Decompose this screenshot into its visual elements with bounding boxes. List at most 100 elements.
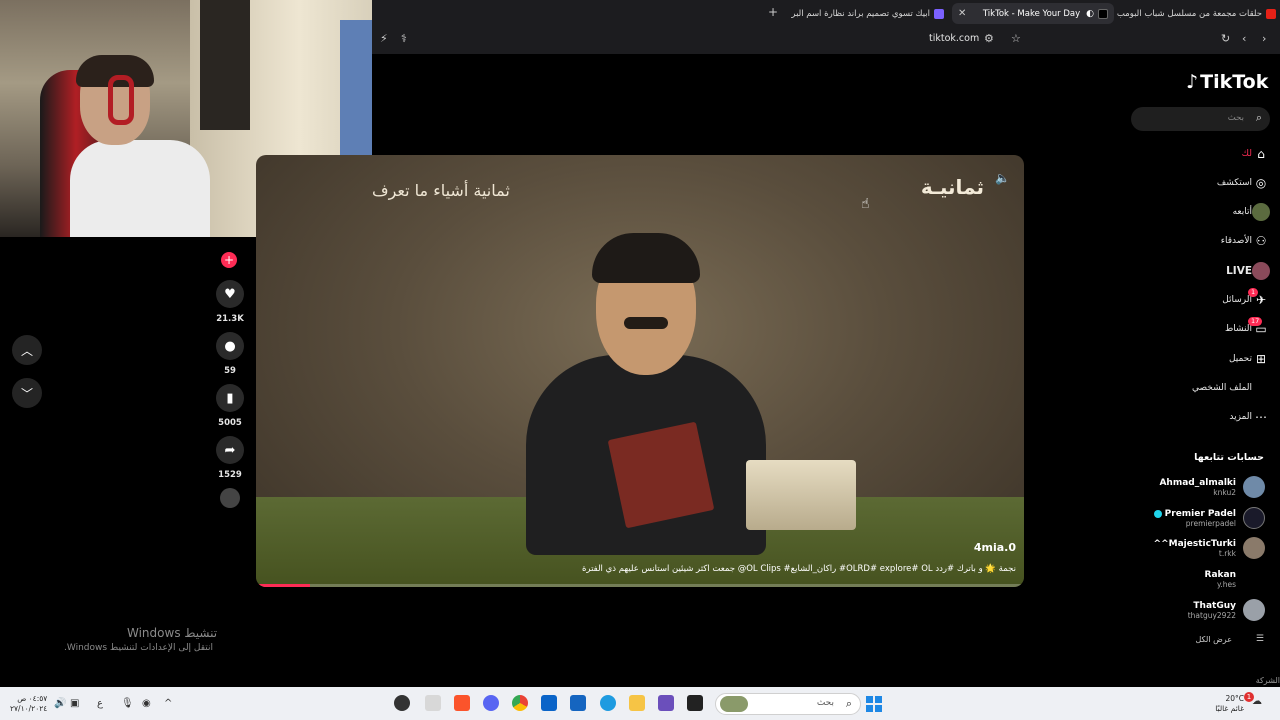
following-account[interactable]: Ahmad_almalki knku2 — [1159, 474, 1265, 500]
tiktok-logo[interactable]: ♪ TikTok — [1186, 71, 1268, 93]
tab-label: ابيك تسوي تصميم براند نظارة اسم البر — [791, 8, 930, 19]
follow-button[interactable]: + — [221, 252, 237, 268]
following-account[interactable]: ThatGuy thatguy2922 — [1188, 597, 1265, 623]
home-icon: ⌂ — [1257, 147, 1265, 161]
video-open-book — [607, 421, 715, 529]
sidebar-item-live[interactable]: LIVE — [1220, 261, 1270, 281]
show-all-link[interactable]: عرض الكل — [1195, 635, 1232, 644]
weather-widget[interactable]: 20°C غائم غالبًا — [1215, 694, 1244, 714]
bookmark-icon[interactable]: ☆ — [1011, 32, 1021, 45]
avatar — [1243, 599, 1265, 621]
search-highlight-image — [720, 696, 748, 712]
video-book-stack — [746, 460, 856, 530]
sidebar-item-following[interactable]: أتابعه — [1227, 202, 1270, 222]
back-icon[interactable]: ‹ — [1242, 32, 1246, 45]
sidebar-item-label: أتابعه — [1232, 207, 1252, 217]
following-account[interactable]: Rakan y.hes — [1205, 566, 1243, 592]
share-button[interactable]: ➦ — [216, 436, 244, 464]
search-placeholder: بحث — [1227, 113, 1244, 123]
following-avatar-icon — [1252, 203, 1270, 221]
previous-video-button[interactable]: ︿ — [12, 335, 42, 365]
forward-icon[interactable]: › — [1262, 32, 1266, 45]
webcam-headset — [108, 75, 134, 125]
sidebar-item-explore[interactable]: ◎ استكشف — [1211, 173, 1270, 193]
friends-icon: ⚇ — [1255, 234, 1267, 248]
search-icon: ⌕ — [845, 697, 852, 710]
taskbar-search-input[interactable]: بحث ⌕ — [715, 693, 861, 715]
chevron-up-icon: ︿ — [20, 343, 33, 358]
like-count: 21.3K — [216, 314, 244, 324]
sidebar-item-activity[interactable]: ▭ 17 النشاط — [1219, 317, 1270, 339]
following-account[interactable]: ^^MajesticTurki t.rkk — [1154, 535, 1265, 561]
start-button[interactable] — [866, 696, 882, 712]
volume-tray-icon[interactable]: 🔊 — [54, 698, 66, 709]
messages-icon: ✈ 1 — [1248, 288, 1270, 309]
chrome-icon[interactable] — [512, 695, 528, 711]
avatar — [1243, 537, 1265, 559]
reload-icon[interactable]: ↻ — [1221, 32, 1230, 45]
tab-label: TikTok - Make Your Day — [982, 8, 1081, 19]
browser-tab-active[interactable]: ◐ TikTok - Make Your Day ✕ — [952, 3, 1114, 24]
video-author[interactable]: 4mia.0 — [974, 541, 1016, 554]
file-explorer-icon[interactable] — [629, 695, 645, 711]
avatar — [1243, 507, 1265, 529]
webcam-door — [200, 0, 250, 130]
sidebar-item-upload[interactable]: ⊞ تحميل — [1223, 349, 1270, 369]
video-presenter-hair — [592, 233, 700, 283]
avatar — [1243, 476, 1265, 498]
translate-icon[interactable]: ⚕ — [401, 32, 407, 45]
system-clock[interactable]: ٠٤:٥٧ ص ٢٧/١٠/٢٠٢٤ — [10, 694, 47, 714]
comment-button[interactable]: ● — [216, 332, 244, 360]
weather-temp: 20°C — [1225, 694, 1244, 703]
browser-tab[interactable]: ابيك تسوي تصميم براند نظارة اسم البر — [790, 3, 950, 24]
company-link[interactable]: الشركة — [1256, 676, 1280, 685]
app-tray-icon[interactable]: ◉ — [142, 698, 151, 709]
app-icon[interactable] — [425, 695, 441, 711]
like-button[interactable]: ♥ — [216, 280, 244, 308]
sidebar-item-more[interactable]: ⋯ المزيد — [1223, 407, 1270, 427]
account-name: ^^MajesticTurki — [1153, 538, 1236, 549]
save-button[interactable]: ▮ — [216, 384, 244, 412]
sidebar-item-label: الرسائل — [1222, 295, 1252, 305]
sidebar-item-profile[interactable]: الملف الشخصي — [1186, 378, 1270, 398]
sidebar-item-foryou[interactable]: ⌂ لك — [1236, 144, 1270, 164]
sound-disc-icon[interactable] — [220, 488, 240, 508]
edge-icon[interactable] — [600, 695, 616, 711]
sidebar-item-label: تحميل — [1228, 354, 1252, 364]
following-account[interactable]: Premier Padel premierpadel — [1153, 505, 1265, 531]
chevron-up-tray-icon[interactable]: ^ — [164, 698, 172, 709]
site-settings-icon[interactable]: ⚙ — [984, 32, 994, 45]
store-icon[interactable] — [570, 695, 586, 711]
microphone-tray-icon[interactable]: 🎙 — [121, 698, 134, 709]
extension-icon[interactable]: ⚡ — [380, 32, 388, 45]
search-input[interactable]: بحث ⌕ — [1131, 107, 1270, 131]
browser-tab[interactable]: حلقات مجمعة من مسلسل شباب البومب — [1116, 3, 1280, 24]
volume-icon[interactable]: 🔈 — [995, 171, 1010, 185]
search-icon[interactable]: ⌕ — [1256, 111, 1262, 125]
network-tray-icon[interactable]: ▣ — [70, 698, 79, 709]
url-field[interactable]: tiktok.com — [929, 33, 979, 44]
sidebar-item-friends[interactable]: ⚇ الأصدقاء — [1215, 231, 1270, 251]
outlook-icon[interactable] — [541, 695, 557, 711]
account-name: Premier Padel — [1164, 508, 1236, 519]
video-progress-bar[interactable] — [256, 584, 1024, 587]
weather-desc: غائم غالبًا — [1215, 704, 1244, 713]
list-icon: ☰ — [1255, 634, 1264, 644]
windows-activation-subtitle: انتقل إلى الإعدادات لتنشيط Windows. — [64, 643, 214, 653]
activity-badge: 17 — [1248, 317, 1263, 326]
brave-icon[interactable] — [454, 695, 470, 711]
save-count: 5005 — [218, 418, 242, 428]
sidebar-item-label: استكشف — [1216, 178, 1252, 188]
close-tab-icon[interactable]: ✕ — [958, 8, 966, 19]
app-icon-2[interactable] — [658, 695, 674, 711]
terminal-icon[interactable] — [687, 695, 703, 711]
language-indicator[interactable]: ع — [97, 698, 103, 709]
hand-cursor-icon: ☝ — [861, 196, 870, 212]
next-video-button[interactable]: ﹀ — [12, 378, 42, 408]
video-player[interactable]: ثمانية أشياء ما تعرف ثمانيـة 🔈 4mia.0 نج… — [256, 155, 1024, 587]
sidebar-item-messages[interactable]: ✈ 1 الرسائل — [1216, 288, 1270, 310]
new-tab-button[interactable]: + — [768, 5, 778, 19]
obs-icon[interactable] — [394, 695, 410, 711]
discord-icon[interactable] — [483, 695, 499, 711]
account-handle: premierpadel — [1185, 518, 1236, 528]
